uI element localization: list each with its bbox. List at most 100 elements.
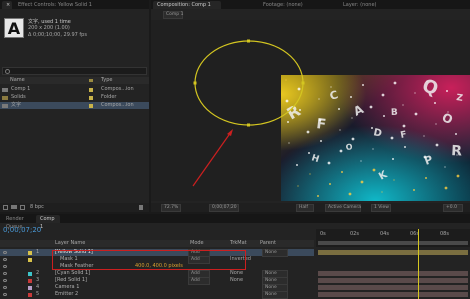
particle — [383, 115, 385, 117]
tab-render-queue[interactable]: Render Queue — [2, 215, 32, 230]
particle — [285, 99, 289, 103]
layer-label-color[interactable] — [28, 271, 32, 276]
particle — [371, 127, 373, 129]
mask-vertex-right[interactable] — [301, 81, 305, 85]
view-layout-dropdown[interactable]: 1 View — [371, 204, 391, 212]
time-ruler[interactable]: 0s02s04s06s08s10s — [316, 229, 470, 247]
project-item[interactable]: Solids Folder — [0, 94, 149, 101]
column-layer-name[interactable]: Layer Name — [55, 240, 85, 247]
resolution-dropdown[interactable]: Half — [296, 204, 314, 212]
column-trkmat[interactable]: TrkMat — [230, 240, 247, 247]
visibility-eye-icon[interactable] — [3, 251, 7, 254]
project-item[interactable]: 文字 Compos...ion — [0, 102, 149, 109]
mask-vertex-left[interactable] — [193, 81, 197, 85]
trash-icon[interactable] — [139, 205, 143, 210]
timeline-timecode[interactable]: 0;00;07;20 — [3, 226, 41, 234]
label-color-swatch[interactable] — [89, 95, 93, 100]
particle — [327, 161, 331, 165]
particle — [339, 129, 341, 131]
visibility-eye-icon[interactable] — [3, 279, 7, 282]
layer-name[interactable]: Camera 1 — [55, 284, 79, 291]
tab-project[interactable]: × — [2, 1, 12, 9]
layer-parent-dropdown[interactable]: None — [262, 291, 288, 299]
project-search-input[interactable] — [2, 67, 147, 75]
visibility-eye-icon[interactable] — [3, 293, 7, 296]
work-area-bar[interactable] — [318, 241, 468, 245]
label-color-swatch[interactable] — [89, 87, 93, 92]
particle — [351, 117, 353, 119]
particle — [455, 133, 457, 135]
layer-row[interactable]: 2 [Cyan Solid 1] Add None None — [0, 270, 314, 278]
layer-name[interactable]: [Cyan Solid 1] — [55, 270, 90, 277]
zoom-dropdown[interactable]: 72.7% — [161, 204, 181, 212]
layer-duration-bar[interactable] — [318, 264, 468, 269]
layer-row[interactable]: 4 Camera 1 None — [0, 284, 314, 292]
layer-name[interactable]: Emitter 2 — [55, 291, 78, 298]
camera-dropdown[interactable]: Active Camera — [325, 204, 361, 212]
new-comp-icon[interactable] — [20, 205, 25, 210]
ruler-tick-label: 02s — [350, 231, 359, 237]
label-color-swatch[interactable] — [89, 103, 93, 108]
layer-label-color[interactable] — [28, 292, 32, 297]
visibility-eye-icon[interactable] — [3, 286, 7, 289]
viewer-panel: Composition: Comp 1 Footage: (none) Laye… — [151, 0, 470, 212]
column-name[interactable]: Name — [10, 77, 25, 84]
layer-duration-bar[interactable] — [318, 271, 468, 276]
particle — [423, 135, 425, 137]
visibility-eye-icon[interactable] — [3, 265, 7, 268]
layer-name[interactable]: [Red Solid 1] — [55, 277, 87, 284]
particle — [435, 123, 437, 125]
project-item-list: Comp 1 Compos...ion Solids Folder 文字 Compos..… — [0, 86, 149, 126]
tab-composition[interactable]: Composition: Comp 1 — [153, 1, 221, 9]
footage-name: 文字, used 1 time — [28, 19, 71, 25]
layer-duration-bar[interactable] — [318, 285, 468, 290]
layer-duration-bar[interactable] — [318, 278, 468, 283]
layer-trkmat[interactable]: None — [230, 277, 243, 284]
column-mode[interactable]: Mode — [190, 240, 204, 247]
tab-effect-controls[interactable]: Effect Controls: Yellow Solid 1 — [14, 1, 124, 9]
particle — [426, 80, 428, 82]
particle — [434, 102, 436, 104]
canvas-overlay: RFC QBAD FORPHOKZ — [192, 39, 470, 201]
interpret-footage-icon[interactable] — [3, 205, 8, 210]
visibility-eye-icon[interactable] — [3, 258, 7, 261]
viewer-footer: 72.7% 0;00;07;20 Half Active Camera 1 Vi… — [151, 203, 470, 212]
layer-duration-bar[interactable] — [318, 257, 468, 262]
visibility-eye-icon[interactable] — [3, 272, 7, 275]
exposure-value[interactable]: +0.0 — [443, 204, 463, 212]
tab-footage[interactable]: Footage: (none) — [259, 1, 307, 9]
tab-timeline-comp[interactable]: Comp 1 — [36, 215, 60, 230]
mask-vertex-bottom[interactable] — [247, 123, 250, 127]
footage-thumbnail: A — [4, 18, 24, 38]
ruler-tick-label: 08s — [440, 231, 449, 237]
project-panel: × Effect Controls: Yellow Solid 1 A 文字, … — [0, 0, 149, 212]
bit-depth-label[interactable]: 8 bpc — [30, 204, 44, 210]
particle — [413, 189, 415, 191]
annotation-box — [52, 250, 246, 270]
layer-duration-bar[interactable] — [318, 292, 468, 297]
column-parent[interactable]: Parent — [260, 240, 276, 247]
preview-letter: R — [451, 143, 463, 160]
project-item-type: Compos...ion — [101, 86, 134, 92]
layer-label-color[interactable] — [28, 250, 32, 255]
playhead[interactable] — [418, 229, 419, 299]
project-item[interactable]: Comp 1 Compos...ion — [0, 86, 149, 93]
new-folder-icon[interactable] — [11, 205, 17, 209]
particle — [381, 191, 383, 193]
current-time-display[interactable]: 0;00;07;20 — [209, 204, 239, 212]
mask-vertex-top[interactable] — [247, 39, 250, 43]
tab-layer[interactable]: Layer: (none) — [339, 1, 385, 9]
particle — [297, 87, 301, 91]
layer-row[interactable]: 3 [Red Solid 1] Add None None — [0, 277, 314, 285]
layer-label-color[interactable] — [28, 285, 32, 290]
layer-trkmat[interactable]: None — [230, 270, 243, 277]
layer-label-color[interactable] — [28, 278, 32, 283]
layer-duration-bar[interactable] — [318, 250, 468, 255]
comp-navigator-button[interactable]: Comp 1 — [163, 11, 183, 19]
layer-row[interactable]: 5 Emitter 2 None — [0, 291, 314, 299]
layer-label-color[interactable] — [28, 257, 32, 262]
particle — [306, 130, 310, 134]
column-type[interactable]: Type — [101, 77, 112, 84]
composition-icon — [2, 87, 8, 92]
particle — [330, 86, 332, 88]
